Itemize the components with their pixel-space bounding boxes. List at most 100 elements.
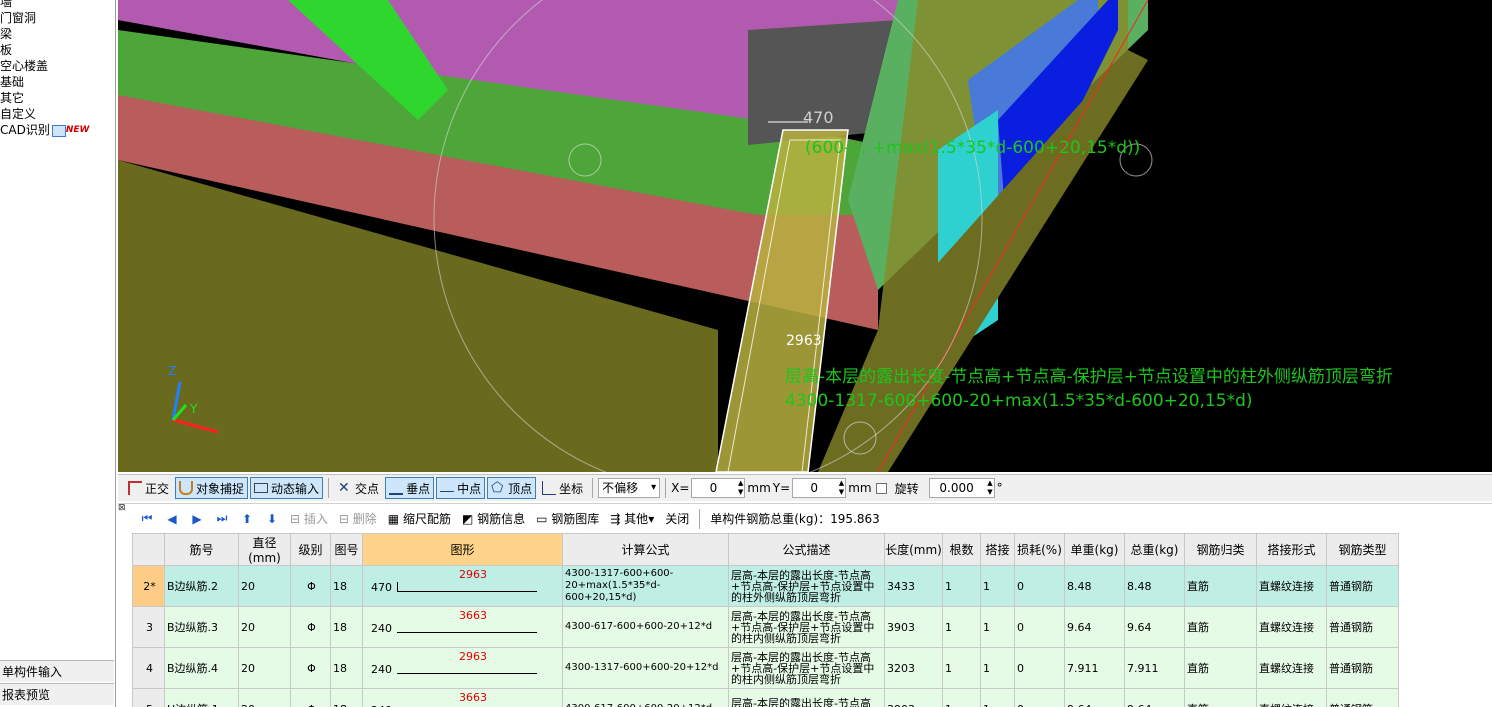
cell-lap-type[interactable]: 直螺纹连接 [1256, 647, 1327, 689]
rotate-checkbox[interactable] [875, 482, 887, 494]
header-formula[interactable]: 计算公式 [562, 533, 729, 566]
panel-close-icon[interactable]: ⊠ [118, 503, 126, 513]
cell-formula[interactable]: 4300-1317-600+600-20+max(1.5*35*d-600+20… [562, 565, 729, 607]
move-up-icon[interactable]: ⬆ [236, 512, 258, 526]
header-bar-number[interactable]: 筋号 [164, 533, 239, 566]
row-number[interactable]: 2* [132, 565, 165, 607]
cell-figure-no[interactable]: 18 [330, 565, 363, 607]
midpoint-button[interactable]: 中点 [436, 477, 486, 499]
cell-rebar-type[interactable]: 普通钢筋 [1326, 688, 1399, 707]
cell-loss[interactable]: 0 [1014, 565, 1065, 607]
cell-grade[interactable]: Φ [290, 688, 331, 707]
cell-shape[interactable]: 240 3663 [362, 606, 563, 648]
tree-item-foundation[interactable]: 基础 [0, 74, 114, 90]
first-record-icon[interactable]: ⏮ [136, 511, 158, 526]
header-total-weight[interactable]: 总重(kg) [1124, 533, 1185, 566]
tree-item-cad-recognition[interactable]: CAD识别 NEW [0, 122, 114, 138]
cell-shape[interactable]: 240 3663 [362, 688, 563, 707]
header-lap[interactable]: 搭接 [980, 533, 1015, 566]
cell-unit-weight[interactable]: 8.48 [1064, 565, 1125, 607]
cell-figure-no[interactable]: 18 [330, 688, 363, 707]
rebar-library-button[interactable]: ▭ 钢筋图库 [532, 510, 603, 527]
cell-length[interactable]: 3903 [884, 606, 943, 648]
x-input[interactable]: 0 ▲ ▼ [691, 478, 746, 498]
3d-viewport[interactable]: 470 (600-... +max(1.5*35*d-600+20,15*d))… [118, 0, 1492, 472]
cell-grade[interactable]: Φ [290, 606, 331, 648]
cell-unit-weight[interactable]: 7.911 [1064, 647, 1125, 689]
tree-item-other[interactable]: 其它 [0, 90, 114, 106]
cell-total-weight[interactable]: 7.911 [1124, 647, 1185, 689]
cell-grade[interactable]: Φ [290, 647, 331, 689]
single-component-input-button[interactable]: 单构件输入 [0, 660, 114, 682]
y-input[interactable]: 0 ▲ ▼ [792, 478, 847, 498]
cell-category[interactable]: 直筋 [1184, 688, 1257, 707]
tree-item-door-window[interactable]: 门窗洞 [0, 10, 114, 26]
cell-diameter[interactable]: 20 [238, 688, 291, 707]
cell-diameter[interactable]: 20 [238, 606, 291, 648]
cell-loss[interactable]: 0 [1014, 606, 1065, 648]
cell-bar-number[interactable]: B边纵筋.4 [164, 647, 239, 689]
cell-formula-desc[interactable]: 层高-本层的露出长度-节点高+节点高-保护层+节点设置中的柱外侧纵筋顶层弯折 [728, 565, 885, 607]
header-rebar-type[interactable]: 钢筋类型 [1326, 533, 1399, 566]
spin-arrows-icon[interactable]: ▲ ▼ [839, 479, 844, 497]
report-preview-button[interactable]: 报表预览 [0, 683, 114, 705]
vertex-button[interactable]: ⬠ 顶点 [487, 477, 537, 499]
last-record-icon[interactable]: ⏭ [211, 511, 233, 526]
header-lap-type[interactable]: 搭接形式 [1256, 533, 1327, 566]
cell-count[interactable]: 1 [942, 565, 981, 607]
cell-total-weight[interactable]: 9.64 [1124, 606, 1185, 648]
ruler-rebar-button[interactable]: ▦ 缩尺配筋 [384, 510, 455, 527]
header-unit-weight[interactable]: 单重(kg) [1064, 533, 1125, 566]
coordinate-button[interactable]: 坐标 [538, 477, 587, 499]
cell-length[interactable]: 3433 [884, 565, 943, 607]
cell-bar-number[interactable]: H边纵筋.1 [164, 688, 239, 707]
cell-formula[interactable]: 4300-1317-600+600-20+12*d [562, 647, 729, 689]
cell-count[interactable]: 1 [942, 606, 981, 648]
tree-item-slab[interactable]: 板 [0, 42, 114, 58]
next-record-icon[interactable]: ▶ [186, 512, 208, 526]
header-count[interactable]: 根数 [942, 533, 981, 566]
rebar-info-button[interactable]: ◩ 钢筋信息 [458, 510, 529, 527]
row-number[interactable]: 5 [132, 688, 165, 707]
cell-lap[interactable]: 1 [980, 647, 1015, 689]
tree-item-beam[interactable]: 梁 [0, 26, 114, 42]
header-length[interactable]: 长度(mm) [884, 533, 943, 566]
ortho-button[interactable]: 正交 [124, 477, 173, 499]
spin-arrows-icon[interactable]: ▲ ▼ [738, 479, 743, 497]
row-number[interactable]: 4 [132, 647, 165, 689]
cell-length[interactable]: 3203 [884, 647, 943, 689]
spin-arrows-icon[interactable]: ▲ ▼ [987, 479, 992, 497]
close-button[interactable]: 关闭 [661, 510, 693, 527]
cell-lap-type[interactable]: 直螺纹连接 [1256, 606, 1327, 648]
cell-total-weight[interactable]: 9.64 [1124, 688, 1185, 707]
cell-bar-number[interactable]: B边纵筋.2 [164, 565, 239, 607]
cell-shape[interactable]: 240 2963 [362, 647, 563, 689]
cell-lap[interactable]: 1 [980, 606, 1015, 648]
cell-count[interactable]: 1 [942, 688, 981, 707]
table-row[interactable]: 2* B边纵筋.2 20 Φ 18 470 2963 4300-1317-600… [132, 565, 1399, 607]
cell-diameter[interactable]: 20 [238, 565, 291, 607]
cell-count[interactable]: 1 [942, 647, 981, 689]
table-row[interactable]: 4 B边纵筋.4 20 Φ 18 240 2963 4300-1317-600+… [132, 647, 1399, 689]
cell-lap-type[interactable]: 直螺纹连接 [1256, 688, 1327, 707]
cell-grade[interactable]: Φ [290, 565, 331, 607]
cell-formula-desc[interactable]: 层高-本层的露出长度-节点高+节点高-保护层+节点设置 [728, 688, 885, 707]
header-formula-desc[interactable]: 公式描述 [728, 533, 885, 566]
cell-lap[interactable]: 1 [980, 688, 1015, 707]
cell-formula-desc[interactable]: 层高-本层的露出长度-节点高+节点高-保护层+节点设置中的柱内侧纵筋顶层弯折 [728, 606, 885, 648]
cell-length[interactable]: 3903 [884, 688, 943, 707]
row-number[interactable]: 3 [132, 606, 165, 648]
tree-item-custom[interactable]: 自定义 [0, 106, 114, 122]
object-snap-button[interactable]: 对象捕捉 [175, 477, 249, 499]
cell-formula[interactable]: 4300-617-600+600-20+12*d [562, 606, 729, 648]
tree-item-hollow-floor[interactable]: 空心楼盖 [0, 58, 114, 74]
table-row[interactable]: 3 B边纵筋.3 20 Φ 18 240 3663 4300-617-600+6… [132, 606, 1399, 648]
cell-figure-no[interactable]: 18 [330, 647, 363, 689]
header-category[interactable]: 钢筋归类 [1184, 533, 1257, 566]
header-shape[interactable]: 图形 [362, 533, 563, 566]
cell-diameter[interactable]: 20 [238, 647, 291, 689]
cell-rebar-type[interactable]: 普通钢筋 [1326, 565, 1399, 607]
header-loss[interactable]: 损耗(%) [1014, 533, 1065, 566]
cell-loss[interactable]: 0 [1014, 647, 1065, 689]
cell-unit-weight[interactable]: 9.64 [1064, 606, 1125, 648]
